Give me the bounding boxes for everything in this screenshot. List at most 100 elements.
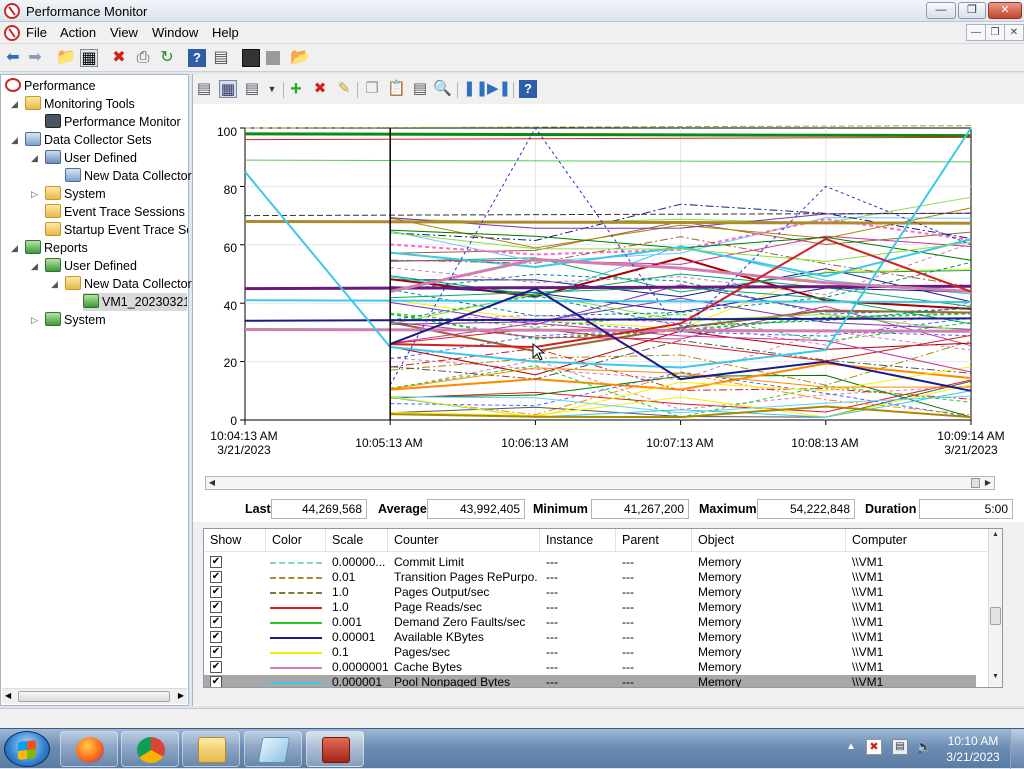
menu-help[interactable]: Help bbox=[212, 25, 239, 40]
column-scale[interactable]: Scale bbox=[326, 529, 388, 551]
action-center-icon[interactable]: ✖ bbox=[866, 739, 882, 755]
time-range-slider[interactable] bbox=[971, 478, 980, 488]
column-object[interactable]: Object bbox=[692, 529, 846, 551]
show-checkbox[interactable]: ✔ bbox=[210, 646, 222, 658]
show-checkbox[interactable]: ✔ bbox=[210, 631, 222, 643]
delete-icon[interactable]: ✖ bbox=[110, 49, 128, 67]
show-checkbox[interactable]: ✔ bbox=[210, 616, 222, 628]
menu-file[interactable]: File bbox=[26, 25, 47, 40]
paste-counter-list-icon[interactable]: 📋 bbox=[387, 80, 406, 98]
show-hidden-icons-icon[interactable]: ▲ bbox=[846, 741, 856, 752]
table-row[interactable]: ✔ 0.00000... Commit Limit --- --- Memory \\VM1 bbox=[204, 555, 976, 570]
close-button[interactable]: ✕ bbox=[988, 2, 1022, 19]
tree-item-event-trace-sessions[interactable]: Event Trace Sessions bbox=[45, 203, 185, 221]
taskbar-file-explorer[interactable] bbox=[182, 731, 240, 767]
tree-item-reports[interactable]: Reports bbox=[25, 239, 88, 257]
copy-properties-icon[interactable]: ❐ bbox=[363, 80, 381, 98]
scroll-right-icon[interactable]: ▶ bbox=[982, 477, 994, 489]
tree-item-performance[interactable]: Performance bbox=[5, 77, 96, 95]
scroll-up-icon[interactable]: ▲ bbox=[989, 531, 1002, 543]
view-log-data-icon[interactable]: ▦ bbox=[219, 80, 237, 98]
change-graph-type-icon[interactable]: ▤ bbox=[243, 80, 261, 98]
table-scroll-thumb[interactable] bbox=[990, 607, 1001, 625]
tree-item-reports-new-data-collector[interactable]: New Data Collector bbox=[65, 275, 192, 293]
tree-item-performance-monitor[interactable]: Performance Monitor bbox=[45, 113, 181, 131]
help-icon[interactable]: ? bbox=[188, 49, 206, 67]
column-counter[interactable]: Counter bbox=[388, 529, 540, 551]
up-folder-icon[interactable]: 📁 bbox=[56, 49, 76, 67]
show-desktop-button[interactable] bbox=[1010, 729, 1024, 769]
show-hide-tree-icon[interactable]: ▦ bbox=[80, 49, 98, 67]
tree-item-data-collector-sets[interactable]: Data Collector Sets bbox=[25, 131, 152, 149]
collapse-arrow-icon[interactable]: ◢ bbox=[31, 261, 38, 272]
print-icon[interactable]: ⎙ bbox=[134, 49, 152, 67]
table-row[interactable]: ✔ 0.1 Pages/sec --- --- Memory \\VM1 bbox=[204, 645, 976, 660]
properties-icon[interactable]: ▤ bbox=[212, 49, 230, 67]
show-checkbox[interactable]: ✔ bbox=[210, 676, 222, 687]
help-icon[interactable]: ? bbox=[519, 80, 537, 98]
show-checkbox[interactable]: ✔ bbox=[210, 571, 222, 583]
stop-icon[interactable] bbox=[266, 51, 280, 65]
table-row[interactable]: ✔ 0.0000001 Cache Bytes --- --- Memory \\VM1 bbox=[204, 660, 976, 675]
scroll-right-icon[interactable]: ▶ bbox=[178, 691, 184, 700]
maximize-button[interactable]: ❐ bbox=[958, 2, 986, 19]
show-checkbox[interactable]: ✔ bbox=[210, 586, 222, 598]
show-checkbox[interactable]: ✔ bbox=[210, 661, 222, 673]
table-row[interactable]: ✔ 1.0 Page Reads/sec --- --- Memory \\VM1 bbox=[204, 600, 976, 615]
refresh-icon[interactable]: ↻ bbox=[158, 49, 176, 67]
column-parent[interactable]: Parent bbox=[616, 529, 692, 551]
update-data-icon[interactable]: ▶❚ bbox=[487, 80, 511, 98]
tree-item-monitoring-tools[interactable]: Monitoring Tools bbox=[25, 95, 135, 113]
tree-item-vm1-report[interactable]: VM1_20230321-( bbox=[83, 293, 187, 311]
add-counter-icon[interactable]: + bbox=[287, 79, 305, 99]
menu-action[interactable]: Action bbox=[60, 25, 96, 40]
highlight-icon[interactable]: ✎ bbox=[335, 80, 353, 98]
collapse-arrow-icon[interactable]: ◢ bbox=[11, 243, 18, 254]
show-checkbox[interactable]: ✔ bbox=[210, 601, 222, 613]
scroll-left-icon[interactable]: ◀ bbox=[5, 691, 11, 700]
menu-view[interactable]: View bbox=[110, 25, 138, 40]
table-row[interactable]: ✔ 0.00001 Available KBytes --- --- Memory \\VM… bbox=[204, 630, 976, 645]
monitor-icon[interactable] bbox=[242, 49, 260, 67]
tree-item-user-defined[interactable]: User Defined bbox=[45, 149, 137, 167]
expand-arrow-icon[interactable]: ▷ bbox=[31, 189, 38, 200]
menu-window[interactable]: Window bbox=[152, 25, 198, 40]
table-vertical-scrollbar[interactable]: ▲ ▼ bbox=[988, 529, 1002, 687]
column-show[interactable]: Show bbox=[204, 529, 266, 551]
column-color[interactable]: Color bbox=[266, 529, 326, 551]
taskbar-clock[interactable]: 10:10 AM 3/21/2023 bbox=[942, 733, 1004, 765]
line-graph[interactable] bbox=[193, 104, 1024, 504]
scroll-left-icon[interactable]: ◀ bbox=[206, 477, 218, 489]
collapse-arrow-icon[interactable]: ◢ bbox=[51, 279, 58, 290]
expand-arrow-icon[interactable]: ▷ bbox=[31, 315, 38, 326]
view-current-activity-icon[interactable]: ▤ bbox=[195, 80, 213, 98]
freeze-display-icon[interactable]: ❚❚ bbox=[463, 80, 488, 98]
open-folder-icon[interactable]: 📂 bbox=[290, 49, 310, 67]
collapse-arrow-icon[interactable]: ◢ bbox=[11, 99, 18, 110]
tree-item-new-data-collector[interactable]: New Data Collector bbox=[65, 167, 192, 185]
table-row[interactable]: ✔ 0.001 Demand Zero Faults/sec --- --- Memory… bbox=[204, 615, 976, 630]
tree-scroll-thumb[interactable] bbox=[18, 691, 170, 702]
zoom-icon[interactable]: 🔍 bbox=[433, 80, 452, 98]
taskbar-firefox[interactable] bbox=[60, 731, 118, 767]
delete-counter-icon[interactable]: ✖ bbox=[311, 80, 329, 98]
time-range-scrollbar[interactable]: ◀ ▶ bbox=[205, 476, 995, 490]
network-icon[interactable]: ▤ bbox=[892, 739, 908, 755]
taskbar-chrome[interactable] bbox=[121, 731, 179, 767]
taskbar-performance-monitor[interactable] bbox=[306, 731, 364, 767]
back-arrow-icon[interactable]: ⬅ bbox=[4, 49, 22, 67]
mdi-close-button[interactable]: ✕ bbox=[1004, 24, 1024, 41]
column-computer[interactable]: Computer bbox=[846, 529, 990, 551]
tree-item-reports-user-defined[interactable]: User Defined bbox=[45, 257, 137, 275]
table-row[interactable]: ✔ 0.01 Transition Pages RePurpo... --- --- Me… bbox=[204, 570, 976, 585]
mdi-minimize-button[interactable]: — bbox=[966, 24, 986, 41]
collapse-arrow-icon[interactable]: ◢ bbox=[31, 153, 38, 164]
forward-arrow-icon[interactable]: ➡ bbox=[26, 49, 44, 67]
tree-item-system[interactable]: System bbox=[45, 185, 106, 203]
taskbar-notepad[interactable] bbox=[244, 731, 302, 767]
collapse-arrow-icon[interactable]: ◢ bbox=[11, 135, 18, 146]
properties-icon[interactable]: ▤ bbox=[411, 80, 429, 98]
graph-type-dropdown-icon[interactable]: ▼ bbox=[263, 80, 281, 98]
mdi-restore-button[interactable]: ❐ bbox=[985, 24, 1005, 41]
scroll-down-icon[interactable]: ▼ bbox=[989, 673, 1002, 685]
